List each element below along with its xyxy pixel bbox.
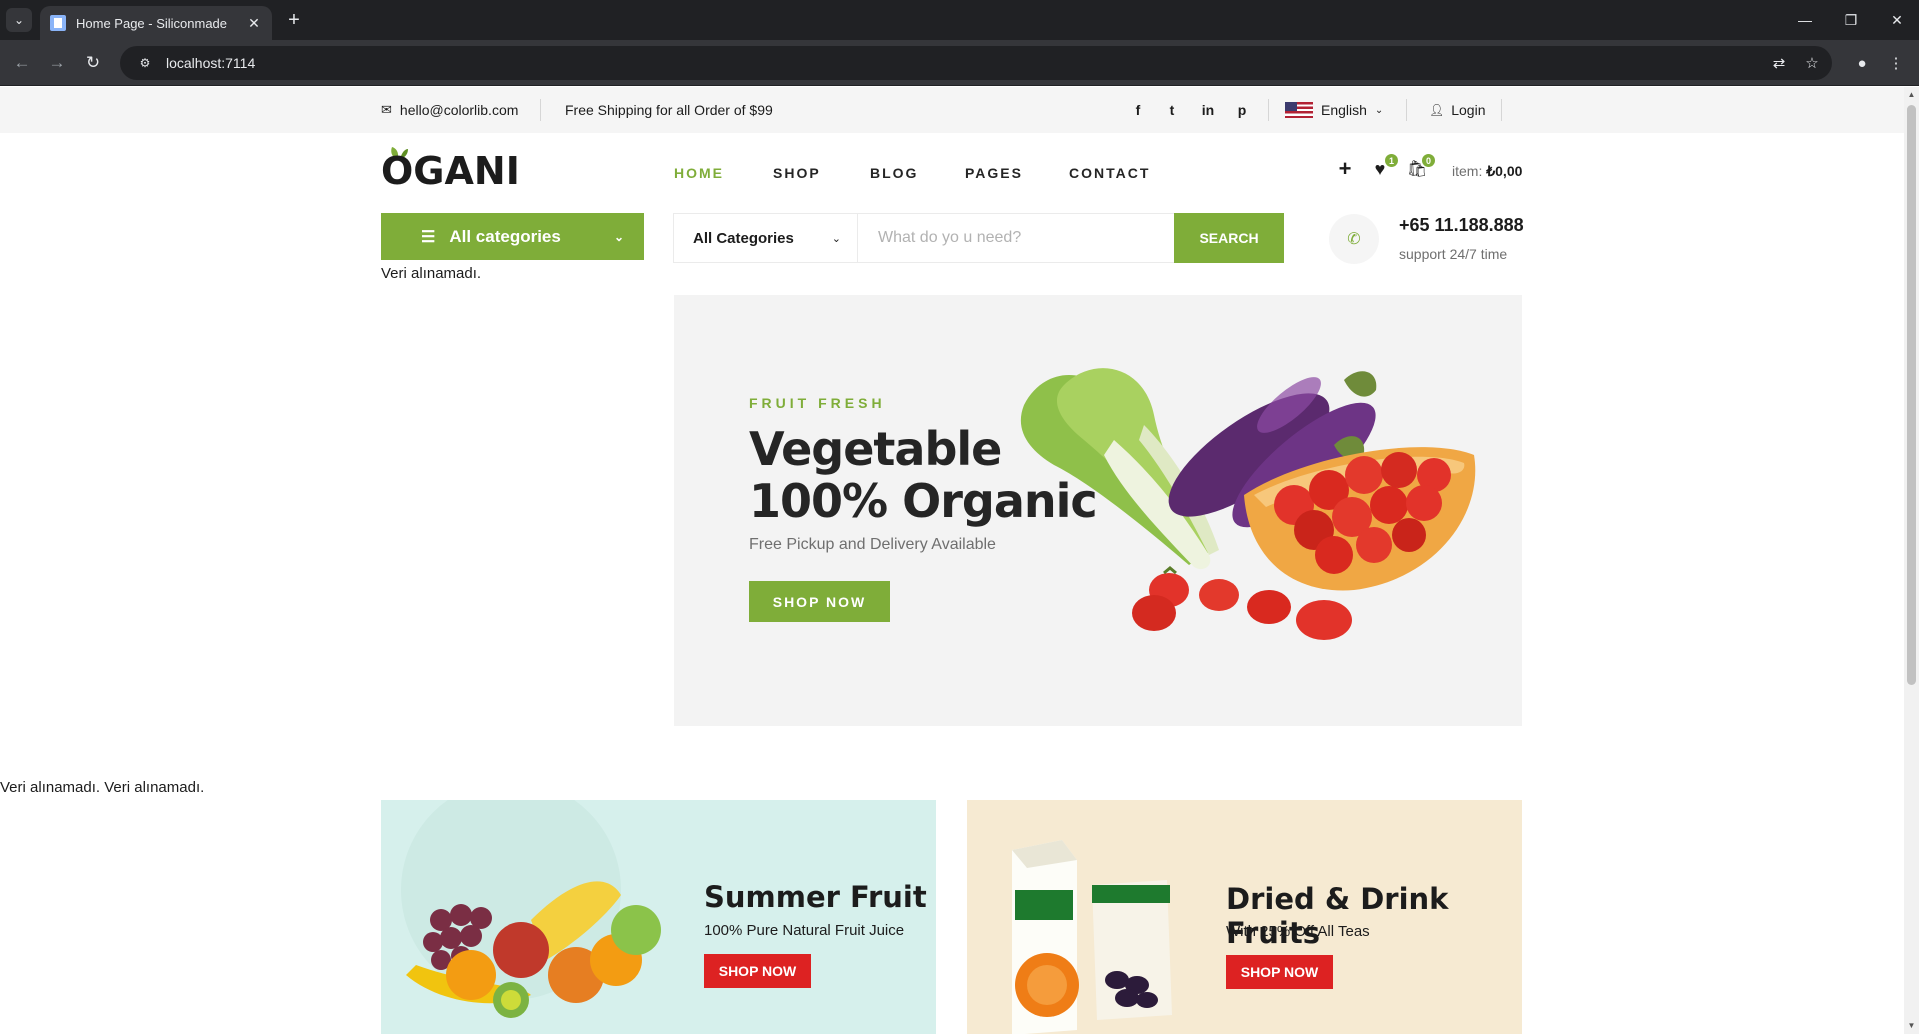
nav-home[interactable]: HOME (674, 165, 724, 185)
browser-tab[interactable]: Home Page - Siliconmade ✕ (40, 6, 272, 40)
login-label: Login (1451, 102, 1486, 118)
search-category-label: All Categories (693, 229, 794, 247)
facebook-icon[interactable]: f (1128, 87, 1148, 133)
cart-total: item: ₺0,00 (1452, 163, 1522, 180)
pinterest-icon[interactable]: p (1232, 87, 1252, 133)
hero-subtitle: Free Pickup and Delivery Available (749, 536, 996, 553)
divider (1406, 99, 1407, 121)
reload-icon[interactable]: ↻ (81, 51, 105, 75)
plus-icon[interactable]: + (1333, 156, 1357, 181)
divider (1268, 99, 1269, 121)
back-icon[interactable]: ← (10, 51, 34, 75)
email-text: hello@colorlib.com (399, 102, 519, 118)
search-category-select[interactable]: All Categories ⌄ (674, 214, 858, 262)
item-total: ₺0,00 (1486, 163, 1523, 179)
envelope-icon: ✉ (381, 102, 392, 117)
phone-icon: ✆ (1329, 214, 1379, 264)
phone-number: +65 11.188.888 (1399, 215, 1524, 235)
tab-title: Home Page - Siliconmade (76, 15, 228, 31)
header-top-bar: ✉ hello@colorlib.com Free Shipping for a… (0, 87, 1904, 133)
minimize-icon[interactable]: — (1783, 0, 1827, 40)
site-logo[interactable]: OGANI (381, 149, 520, 193)
profile-icon[interactable]: ● (1848, 51, 1876, 75)
chevron-down-icon: ⌄ (1374, 104, 1384, 116)
page-favicon-icon (50, 15, 66, 31)
banner-subtitle: 100% Pure Natural Fruit Juice (704, 922, 905, 939)
nav-shop[interactable]: SHOP (773, 165, 821, 185)
item-label: item: (1452, 163, 1483, 179)
address-bar[interactable]: ⚙ localhost:7114 ⇄ ☆ (120, 46, 1832, 80)
phone-support-text: support 24/7 time (1399, 246, 1508, 262)
hero-kicker: FRUIT FRESH (749, 395, 886, 411)
search-form: All Categories ⌄ SEARCH (673, 213, 1284, 263)
browser-menu-icon[interactable]: ⋮ (1882, 51, 1910, 75)
user-icon: 👤︎ (1429, 103, 1445, 117)
browser-toolbar: ← → ↻ ⚙ localhost:7114 ⇄ ☆ ● ⋮ (0, 40, 1919, 86)
cart-badge: 0 (1422, 154, 1435, 167)
search-button[interactable]: SEARCH (1174, 213, 1284, 263)
language-selector[interactable]: English ⌄ (1285, 87, 1383, 133)
tab-close-icon[interactable]: ✕ (246, 15, 262, 32)
page-scrollbar[interactable]: ▲ ▼ (1904, 87, 1919, 1034)
banner-shop-now-button[interactable]: SHOP NOW (704, 954, 811, 988)
email-contact: ✉ hello@colorlib.com (381, 87, 518, 133)
scrollbar-thumb[interactable] (1907, 105, 1916, 685)
nav-blog[interactable]: BLOG (870, 165, 918, 185)
close-window-icon[interactable]: ✕ (1875, 0, 1919, 40)
linkedin-icon[interactable]: in (1198, 87, 1218, 133)
divider (1501, 99, 1502, 121)
restore-icon[interactable]: ❐ (1829, 0, 1873, 40)
browser-tab-bar: ⌄ Home Page - Siliconmade ✕ + — ❐ ✕ (0, 0, 1919, 40)
menu-icon: ☰ (421, 228, 436, 246)
us-flag-icon (1285, 102, 1313, 118)
nav-pages[interactable]: PAGES (965, 165, 1023, 185)
content-error-text: Veri alınamadı. Veri alınamadı. (0, 779, 205, 796)
scroll-down-icon[interactable]: ▼ (1907, 1021, 1916, 1030)
banner-subtitle: With 25% Off All Teas (1226, 923, 1370, 940)
translate-icon[interactable]: ⇄ (1764, 46, 1794, 80)
page-viewport: ✉ hello@colorlib.com Free Shipping for a… (0, 87, 1904, 1034)
promo-banner-dried-drink[interactable]: Dried & Drink Fruits With 25% Off All Te… (967, 800, 1522, 1034)
categories-error-text: Veri alınamadı. (381, 265, 482, 282)
all-categories-label: All categories (449, 226, 561, 246)
language-label: English (1321, 102, 1367, 118)
vegetables-image (1020, 368, 1476, 640)
chevron-down-icon: ⌄ (613, 229, 624, 244)
fruits-image (401, 800, 661, 1018)
wishlist-badge: 1 (1385, 154, 1398, 167)
promo-banner-summer-fruit[interactable]: Summer Fruit 100% Pure Natural Fruit Jui… (381, 800, 936, 1034)
divider (540, 99, 541, 121)
banner-title: Summer Fruit (704, 880, 927, 914)
chevron-down-icon: ⌄ (831, 232, 841, 245)
new-tab-button[interactable]: + (282, 8, 306, 32)
scroll-up-icon[interactable]: ▲ (1907, 90, 1916, 99)
twitter-icon[interactable]: t (1162, 87, 1182, 133)
bookmark-star-icon[interactable]: ☆ (1797, 46, 1827, 80)
shipping-notice: Free Shipping for all Order of $99 (565, 102, 773, 118)
forward-icon[interactable]: → (45, 51, 69, 75)
tab-search-button[interactable]: ⌄ (6, 8, 32, 32)
banner-shop-now-button[interactable]: SHOP NOW (1226, 955, 1333, 989)
login-link[interactable]: 👤︎ Login (1429, 87, 1486, 133)
url-text[interactable]: localhost:7114 (166, 55, 255, 71)
hero-banner: FRUIT FRESH Vegetable 100% Organic Free … (674, 295, 1522, 726)
nav-contact[interactable]: CONTACT (1069, 165, 1150, 185)
hero-shop-now-button[interactable]: SHOP NOW (749, 581, 890, 622)
site-info-icon[interactable]: ⚙ (130, 56, 160, 70)
all-categories-button[interactable]: ☰ All categories ⌄ (381, 213, 644, 260)
